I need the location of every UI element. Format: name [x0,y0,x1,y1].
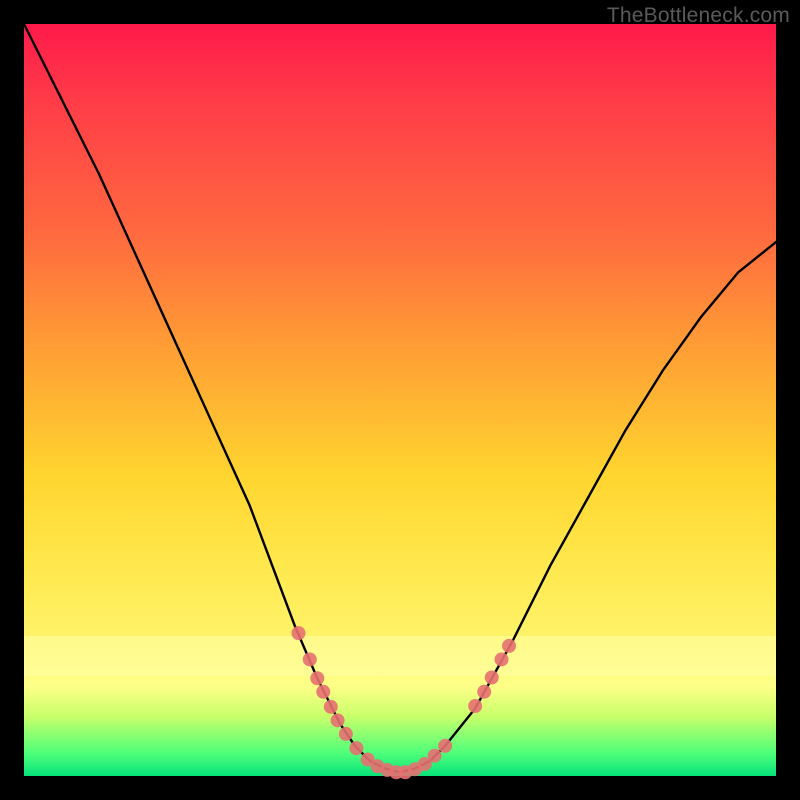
watermark-text: TheBottleneck.com [607,4,790,28]
curve-marker [331,713,345,727]
curve-marker [468,699,482,713]
curve-marker [485,670,499,684]
curve-marker [291,626,305,640]
chart-svg [24,24,776,776]
curve-marker [316,685,330,699]
chart-frame: TheBottleneck.com [0,0,800,800]
curve-marker [339,727,353,741]
curve-marker [438,739,452,753]
curve-marker [477,685,491,699]
curve-markers [291,626,516,779]
curve-marker [303,652,317,666]
curve-line [24,24,776,772]
curve-marker [495,652,509,666]
curve-marker [310,671,324,685]
chart-plot-area [24,24,776,776]
curve-marker [428,749,442,763]
curve-marker [349,741,363,755]
curve-marker [324,700,338,714]
curve-marker [502,639,516,653]
